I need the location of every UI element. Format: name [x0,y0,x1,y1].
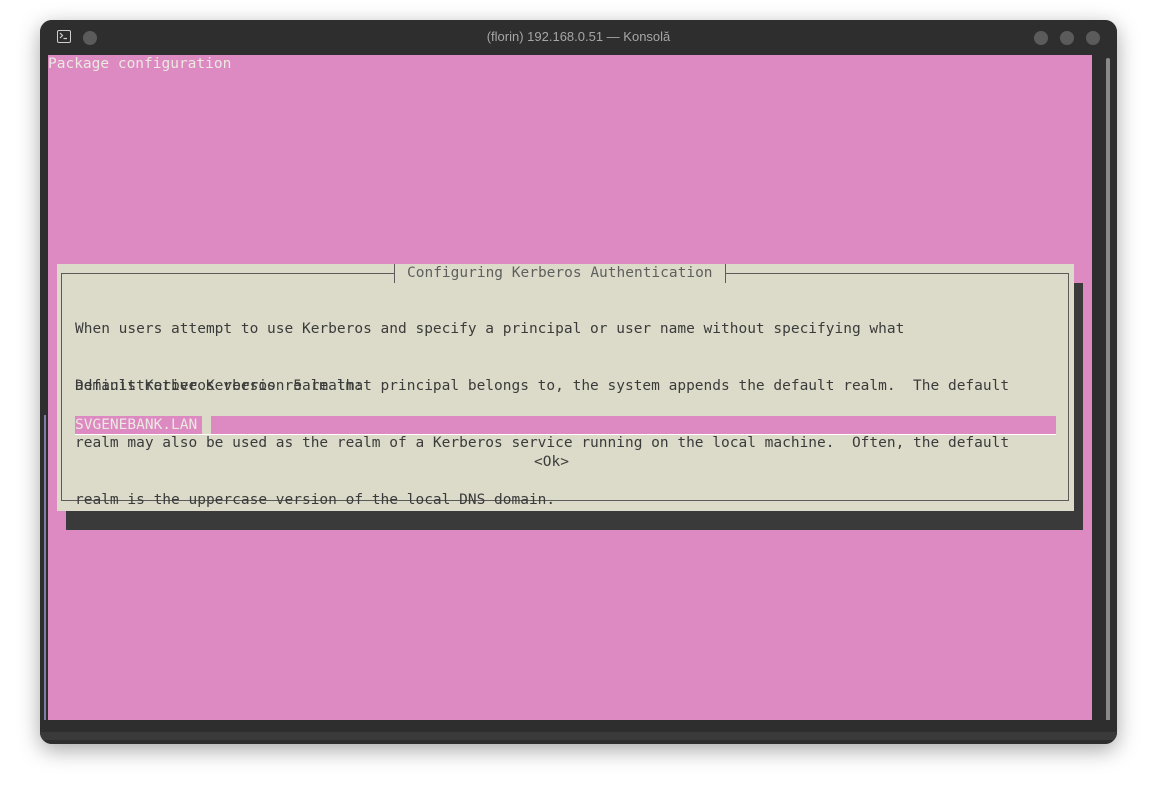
close-button[interactable] [1086,31,1100,45]
horizontal-scrollbar[interactable] [40,732,1117,740]
maximize-button[interactable] [1060,31,1074,45]
konsole-window: (florin) 192.168.0.51 — Konsolă Package … [40,20,1117,744]
minimize-button[interactable] [1034,31,1048,45]
realm-input-field[interactable]: SVGENEBANK.LAN [75,416,1056,435]
text-cursor [202,416,211,434]
ok-button[interactable]: <Ok> [534,453,569,472]
realm-input-value: SVGENEBANK.LAN [75,417,198,433]
left-edge-accent [44,415,46,720]
package-configuration-header: Package configuration [48,56,232,72]
kerberos-dialog: Configuring Kerberos Authentication When… [57,264,1074,511]
terminal-area[interactable]: Package configuration Configuring Kerber… [48,55,1092,720]
dialog-description: When users attempt to use Kerberos and s… [75,282,1060,548]
title-bar[interactable]: (florin) 192.168.0.51 — Konsolă [40,20,1117,55]
description-line: realm may also be used as the realm of a… [75,435,1010,451]
realm-prompt-label: Default Kerberos version 5 realm: [75,378,364,394]
scrollbar-track[interactable] [1092,55,1117,720]
description-line: realm is the uppercase version of the lo… [75,492,556,508]
dialog-title: Configuring Kerberos Authentication [394,264,726,283]
description-line: When users attempt to use Kerberos and s… [75,321,905,337]
window-title: (florin) 192.168.0.51 — Konsolă [486,29,671,44]
scrollbar-thumb[interactable] [1106,58,1110,724]
